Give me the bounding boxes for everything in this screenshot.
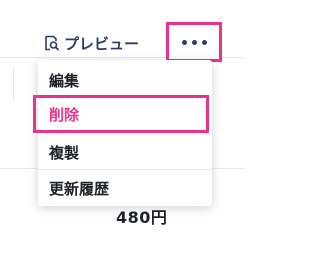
context-menu: 編集 削除 複製 更新履歴 xyxy=(38,60,212,206)
divider xyxy=(13,66,14,102)
preview-link[interactable]: プレビュー xyxy=(44,32,139,54)
divider xyxy=(0,168,38,169)
price-text: 480円 xyxy=(116,208,168,227)
screen: 480円 プレビュー 編集 削除 複製 更新履歴 xyxy=(0,0,244,257)
more-dots-icon xyxy=(181,39,187,45)
preview-label: プレビュー xyxy=(64,34,140,53)
menu-divider xyxy=(38,169,212,170)
more-options-button[interactable] xyxy=(166,22,222,62)
menu-item-delete[interactable]: 削除 xyxy=(38,97,212,131)
divider xyxy=(212,168,244,169)
more-dots-icon xyxy=(191,39,197,45)
more-dots-icon xyxy=(201,39,207,45)
menu-item-history[interactable]: 更新履歴 xyxy=(38,171,212,205)
preview-search-icon xyxy=(44,35,60,51)
menu-item-duplicate[interactable]: 複製 xyxy=(38,135,212,169)
menu-item-edit[interactable]: 編集 xyxy=(38,63,212,97)
